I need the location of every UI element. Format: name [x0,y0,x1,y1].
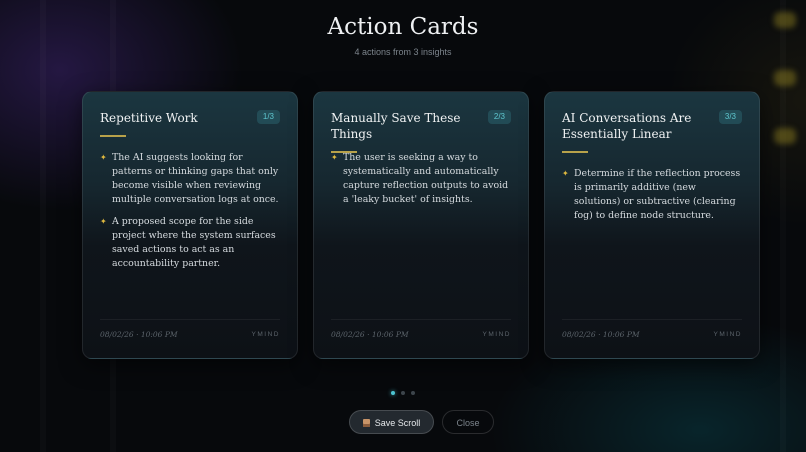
card-brand: YMIND [713,331,742,338]
pagination-dot-1[interactable] [391,391,395,395]
background-glow [774,128,796,144]
card-brand: YMIND [251,331,280,338]
close-button[interactable]: Close [442,410,494,434]
page-title: Action Cards [327,14,479,40]
sparkle-icon: ✦ [100,153,107,162]
card-bullet-list: ✦ The user is seeking a way to systematic… [331,151,510,215]
page-subtitle: 4 actions from 3 insights [354,47,452,57]
save-scroll-button[interactable]: Save Scroll [349,410,434,434]
action-card-3[interactable]: AI Conversations Are Essentially Linear … [544,91,760,359]
card-timestamp: 08/02/26 · 10:06 PM [331,330,409,339]
card-title: AI Conversations Are Essentially Linear [562,111,692,141]
card-title: Repetitive Work [100,111,198,125]
sparkle-icon: ✦ [100,217,107,226]
action-card-1[interactable]: Repetitive Work 1/3 ✦ The AI suggests loo… [82,91,298,359]
pagination-dot-2[interactable] [401,391,405,395]
background-glow [774,70,796,86]
background-stripe [780,0,786,452]
action-cards-overlay: Action Cards 4 actions from 3 insights R… [0,0,806,452]
list-item: ✦ The user is seeking a way to systematic… [331,152,509,205]
card-brand: YMIND [482,331,511,338]
list-item: ✦ A proposed scope for the side project w… [100,216,276,269]
pagination-dots [0,391,806,395]
card-bullet-list: ✦ Determine if the reflection process is … [562,167,741,231]
card-footer: 08/02/26 · 10:06 PM YMIND [562,319,742,342]
card-title: Manually Save These Things [331,111,461,141]
sparkle-icon: ✦ [562,169,569,178]
sparkle-icon: ✦ [331,153,338,162]
list-item: ✦ The AI suggests looking for patterns or… [100,152,279,205]
card-index-badge: 2/3 [487,110,511,124]
card-index-badge: 3/3 [718,110,742,124]
card-timestamp: 08/02/26 · 10:06 PM [562,330,640,339]
pagination-dot-3[interactable] [411,391,415,395]
list-item: ✦ Determine if the reflection process is … [562,168,741,221]
card-footer: 08/02/26 · 10:06 PM YMIND [331,319,511,342]
card-footer: 08/02/26 · 10:06 PM YMIND [100,319,280,342]
scroll-icon [362,419,370,427]
background-stripe [40,0,46,452]
card-timestamp: 08/02/26 · 10:06 PM [100,330,178,339]
card-title-divider [100,135,126,137]
card-index-badge: 1/3 [256,110,280,124]
card-bullet-list: ✦ The AI suggests looking for patterns or… [100,151,279,279]
action-card-2[interactable]: Manually Save These Things 2/3 ✦ The user… [313,91,529,359]
card-title-divider [562,151,588,153]
